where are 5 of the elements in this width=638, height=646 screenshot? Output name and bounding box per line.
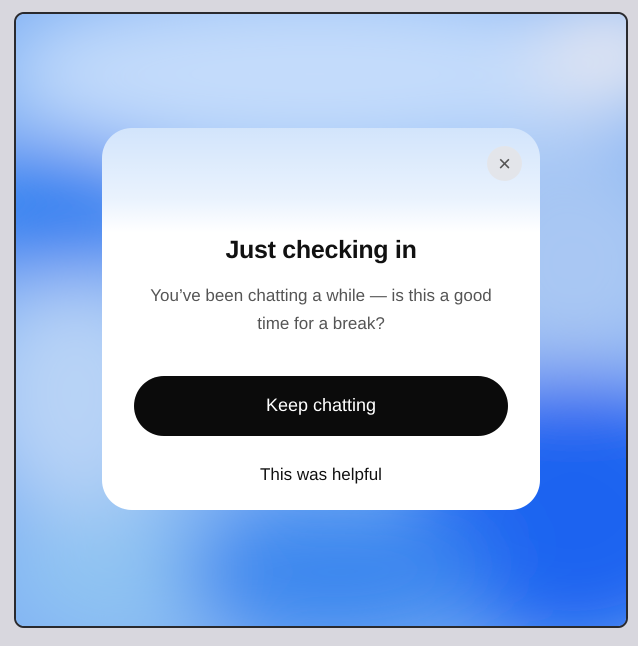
helpful-button[interactable]: This was helpful [260,462,382,487]
dialog-message: You’ve been chatting a while — is this a good time for a break? [149,284,493,334]
dialog-title: Just checking in [225,235,417,266]
keep-chatting-button[interactable]: Keep chatting [134,376,508,436]
close-button[interactable]: × [487,146,522,181]
